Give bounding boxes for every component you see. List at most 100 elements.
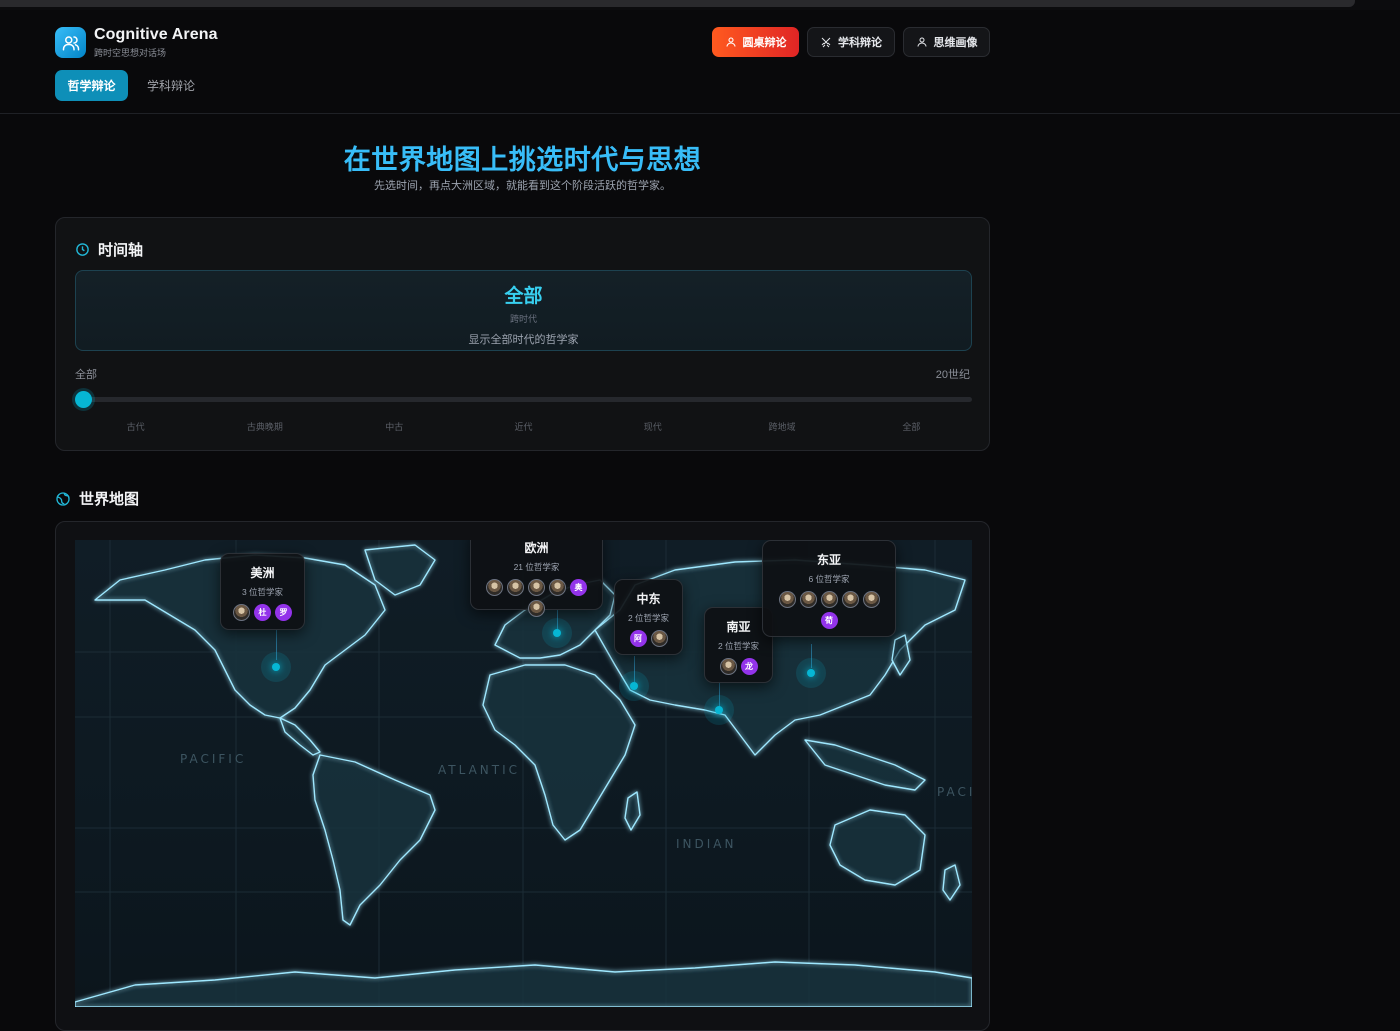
roundtable-debate-button[interactable]: 圆桌辩论: [712, 27, 799, 57]
philosopher-avatar[interactable]: [650, 630, 668, 647]
region-card-east-asia[interactable]: 东亚 6 位哲学家 荀: [762, 540, 896, 637]
timeline-heading: 时间轴: [75, 239, 143, 260]
world-map-title: 世界地图: [79, 491, 140, 508]
philosopher-avatar[interactable]: [778, 591, 796, 608]
world-map-heading: 世界地图: [55, 488, 139, 509]
tick-label[interactable]: 中古: [334, 420, 454, 433]
philosopher-avatars: 荀: [763, 591, 895, 629]
region-name: 中东: [636, 592, 661, 606]
philosopher-avatar[interactable]: [233, 604, 250, 621]
europe-map-pin[interactable]: [542, 618, 572, 648]
app-logo[interactable]: [55, 27, 86, 58]
subject-debate-button[interactable]: 学科辩论: [807, 27, 895, 57]
ocean-label: PACIFIC: [180, 752, 247, 766]
africa-shape: [482, 664, 636, 841]
user-icon: [917, 37, 926, 47]
selected-era-period: 跨时代: [509, 314, 537, 324]
region-count: 3 位哲学家: [241, 587, 284, 597]
philosopher-avatar[interactable]: [507, 579, 524, 596]
users-icon: [62, 35, 79, 50]
pin-dot: [715, 706, 723, 714]
ocean-label: PACIFI: [937, 785, 972, 799]
philosopher-avatar[interactable]: [528, 579, 545, 596]
selected-era-description: 显示全部时代的哲学家: [468, 334, 579, 346]
philosopher-avatar[interactable]: 阿: [629, 630, 647, 647]
east-asia-map-pin[interactable]: [796, 658, 826, 688]
middle-east-map-pin[interactable]: [619, 671, 649, 701]
central-america-shape: [279, 717, 321, 756]
timeline-slider-track[interactable]: [84, 397, 972, 402]
philosopher-avatar[interactable]: [528, 600, 545, 617]
philosopher-avatar[interactable]: 罗: [275, 604, 292, 621]
region-name: 欧洲: [524, 541, 549, 555]
philosopher-avatar[interactable]: [841, 591, 859, 608]
australia-shape: [829, 809, 926, 886]
region-card-europe[interactable]: 欧洲 21 位哲学家 奥: [470, 540, 603, 617]
range-end-label: 20世纪: [935, 369, 970, 381]
clock-icon: [76, 243, 89, 256]
region-count: 6 位哲学家: [808, 574, 850, 584]
crossed-swords-icon: [821, 37, 831, 48]
philosopher-avatars: 阿: [615, 630, 682, 647]
new-zealand-shape: [942, 864, 961, 901]
thinking-profile-button[interactable]: 思维画像: [903, 27, 990, 57]
philosopher-avatar[interactable]: 龙: [740, 658, 758, 675]
timeline-title: 时间轴: [98, 242, 144, 259]
americas-map-pin[interactable]: [261, 652, 291, 682]
timeline-ticks: 古代 古典晚期 中古 近代 现代 跨地域 全部: [71, 420, 976, 433]
app-subtitle: 跨时空思想对话场: [94, 48, 167, 58]
browser-tab-strip: [0, 0, 1355, 7]
region-count: 2 位哲学家: [627, 613, 670, 623]
south-asia-map-pin[interactable]: [704, 695, 734, 725]
timeline-slider-thumb[interactable]: [75, 391, 92, 408]
antarctica-shape: [75, 961, 972, 1007]
philosopher-avatar[interactable]: [820, 591, 838, 608]
top-header: Cognitive Arena 跨时空思想对话场 圆桌辩论 学科辩论 思维画像 …: [0, 10, 1400, 114]
timeline-panel: 时间轴 全部 跨时代 显示全部时代的哲学家 全部 20世纪 古代 古典晚期 中古…: [55, 217, 990, 451]
pin-dot: [630, 682, 638, 690]
ocean-label: INDIAN: [676, 837, 737, 851]
tick-label[interactable]: 古典晚期: [205, 420, 325, 433]
region-name: 美洲: [250, 566, 275, 580]
philosopher-avatar[interactable]: [799, 591, 817, 608]
pin-dot: [553, 629, 561, 637]
philosopher-avatar[interactable]: 奥: [570, 579, 587, 596]
tick-label[interactable]: 古代: [76, 420, 196, 433]
thinking-profile-label: 思维画像: [933, 37, 978, 49]
world-map-panel: PACIFIC ATLANTIC INDIAN PACIFI 美洲 3 位哲学家…: [55, 521, 990, 1031]
philosopher-avatar[interactable]: 杜: [254, 604, 271, 621]
region-card-middle-east[interactable]: 中东 2 位哲学家 阿: [614, 579, 683, 655]
ocean-label: ATLANTIC: [438, 763, 521, 777]
tab-philosophy-debate[interactable]: 哲学辩论: [55, 70, 128, 101]
tick-label[interactable]: 跨地域: [722, 420, 842, 433]
page-subtitle: 先选时间，再点大洲区域，就能看到这个阶段活跃的哲学家。: [374, 180, 671, 192]
philosopher-avatars: 杜 罗: [221, 604, 304, 621]
southeast-asia-shape: [804, 739, 926, 791]
region-name: 东亚: [816, 553, 841, 567]
page-title: 在世界地图上挑选时代与思想: [343, 145, 702, 175]
philosopher-avatar[interactable]: 荀: [820, 612, 838, 629]
app-title: Cognitive Arena: [94, 26, 218, 43]
philosopher-avatar[interactable]: [862, 591, 880, 608]
region-count: 2 位哲学家: [717, 641, 760, 651]
madagascar-shape: [624, 791, 641, 831]
world-map[interactable]: PACIFIC ATLANTIC INDIAN PACIFI 美洲 3 位哲学家…: [75, 540, 972, 1007]
south-america-shape: [312, 754, 436, 926]
selected-era-name: 全部: [504, 286, 543, 307]
philosopher-avatar[interactable]: [549, 579, 566, 596]
tick-label[interactable]: 现代: [593, 420, 713, 433]
range-start-label: 全部: [75, 369, 97, 381]
region-card-americas[interactable]: 美洲 3 位哲学家 杜 罗: [220, 553, 305, 630]
user-icon: [725, 37, 736, 47]
tick-label[interactable]: 全部: [851, 420, 971, 433]
pin-dot: [807, 669, 815, 677]
philosopher-avatar[interactable]: [486, 579, 503, 596]
roundtable-debate-label: 圆桌辩论: [742, 37, 787, 49]
philosopher-avatars: 龙: [705, 658, 772, 675]
philosopher-avatar[interactable]: [719, 658, 737, 675]
tab-subject-debate[interactable]: 学科辩论: [136, 70, 206, 101]
selected-era-card: 全部 跨时代 显示全部时代的哲学家: [75, 270, 972, 351]
tick-label[interactable]: 近代: [463, 420, 583, 433]
browser-chrome: [0, 0, 1400, 10]
pin-dot: [272, 663, 280, 671]
